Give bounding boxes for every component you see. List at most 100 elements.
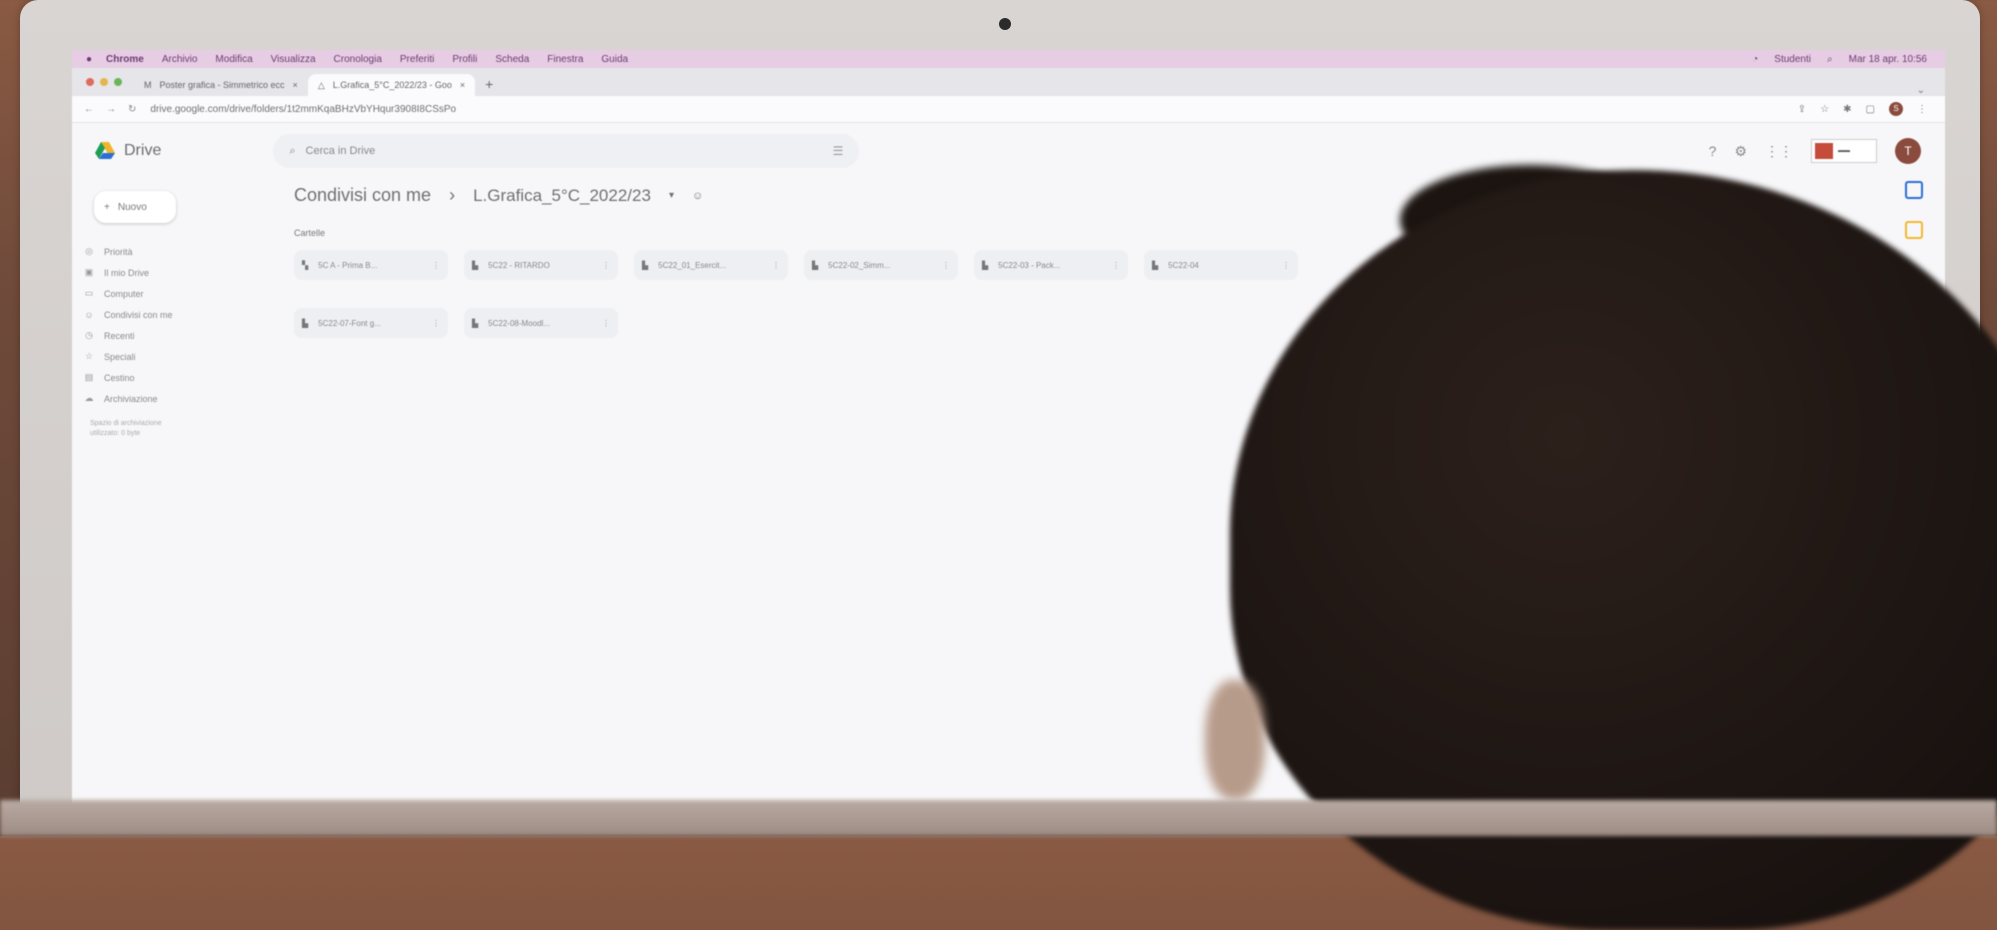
chevron-down-icon[interactable]: ⌄ xyxy=(1917,85,1925,96)
user-label[interactable]: Studenti xyxy=(1774,54,1811,65)
reload-icon[interactable]: ↻ xyxy=(128,104,136,115)
filter-options-icon[interactable]: ☰ xyxy=(833,144,844,158)
minimize-window-button[interactable] xyxy=(100,78,108,86)
folder-icon: ▙ xyxy=(1152,260,1159,270)
sidebar-item-my-drive[interactable]: ▣ Il mio Drive xyxy=(84,262,272,283)
menu-item[interactable]: Cronologia xyxy=(334,54,382,65)
webcam xyxy=(999,18,1011,30)
apple-icon[interactable]: ● xyxy=(86,54,92,65)
more-vert-icon[interactable]: ⋮ xyxy=(432,261,440,270)
more-vert-icon[interactable]: ⋮ xyxy=(942,261,950,270)
storage-info: Spazio di archiviazione utilizzato: 0 by… xyxy=(90,419,272,439)
menu-item[interactable]: Profili xyxy=(452,54,477,65)
header-actions: ? ⚙ ⋮⋮ ▬▬ T xyxy=(1709,138,1921,164)
laptop-bottom-edge xyxy=(0,800,1997,836)
menu-item[interactable]: Guida xyxy=(601,54,628,65)
settings-icon[interactable]: ⚙ xyxy=(1734,143,1747,160)
profile-avatar[interactable]: S xyxy=(1889,102,1903,116)
back-icon[interactable]: ← xyxy=(84,104,94,115)
sidebar-item-storage[interactable]: ☁ Archiviazione xyxy=(84,388,272,409)
close-tab-icon[interactable]: × xyxy=(293,80,298,90)
star-icon: ☆ xyxy=(84,351,94,361)
folder-card[interactable]: ▙ 5C22-02_Simm... ⋮ xyxy=(804,250,958,280)
shared-folder-icon[interactable]: ☺ xyxy=(692,190,703,202)
sidebar-item-shared[interactable]: ☺ Condivisi con me xyxy=(84,304,272,325)
folder-card[interactable]: ▙ 5C22-07-Font g... ⋮ xyxy=(294,308,448,338)
folder-card[interactable]: ▙ 5C22-03 - Pack... ⋮ xyxy=(974,250,1128,280)
sidebar-item-label: Archiviazione xyxy=(104,393,158,404)
breadcrumb-current[interactable]: L.Grafica_5°C_2022/23 xyxy=(473,186,651,206)
clock-icon: ◷ xyxy=(85,330,93,340)
chevron-down-icon[interactable]: ▾ xyxy=(669,190,674,201)
address-bar: ← → ↻ drive.google.com/drive/folders/1t2… xyxy=(72,96,1945,123)
folder-icon: ▙ xyxy=(302,318,309,328)
menu-item[interactable]: Archivio xyxy=(162,54,198,65)
browser-tab-active[interactable]: △ L.Grafica_5°C_2022/23 - Goo × xyxy=(307,74,476,96)
computer-icon: ▭ xyxy=(84,288,94,298)
tab-title: L.Grafica_5°C_2022/23 - Goo xyxy=(332,80,452,90)
side-panel-rail xyxy=(1905,181,1923,239)
wifi-icon[interactable]: ◔ xyxy=(1752,54,1758,65)
sidebar-item-recent[interactable]: ◷ Recenti xyxy=(84,325,272,346)
folder-card[interactable]: ▙ 5C22_01_Esercit... ⋮ xyxy=(634,250,788,280)
url-field[interactable]: drive.google.com/drive/folders/1t2mmKqaB… xyxy=(150,104,456,115)
organization-logo[interactable]: ▬▬ xyxy=(1811,139,1877,163)
sidebar-item-computers[interactable]: ▭ Computer xyxy=(84,283,272,304)
folder-icon: ▙ xyxy=(472,260,479,270)
drive-logo[interactable]: Drive xyxy=(94,141,161,161)
folder-card[interactable]: ▚ 5C A - Prima B... ⋮ xyxy=(294,250,448,280)
folder-icon: ▙ xyxy=(982,260,989,270)
more-vert-icon[interactable]: ⋮ xyxy=(1917,104,1927,115)
sidebar-item-starred[interactable]: ☆ Speciali xyxy=(84,346,272,367)
browser-tab[interactable]: M Poster grafica - Simmetrico ecc × xyxy=(134,74,308,96)
sidebar-item-trash[interactable]: ▤ Cestino xyxy=(84,367,272,388)
account-avatar[interactable]: T xyxy=(1895,138,1921,164)
sidebar-item-label: Recenti xyxy=(104,330,135,341)
clock[interactable]: Mar 18 apr. 10:56 xyxy=(1849,54,1927,65)
more-vert-icon[interactable]: ⋮ xyxy=(1282,261,1290,270)
folder-card[interactable]: ▙ 5C22-08-Moodl... ⋮ xyxy=(464,308,618,338)
search-icon[interactable]: ⌕ xyxy=(1827,54,1833,65)
plus-icon: + xyxy=(104,201,110,213)
more-vert-icon[interactable]: ⋮ xyxy=(432,319,440,328)
menu-item[interactable]: Scheda xyxy=(495,54,529,65)
more-vert-icon[interactable]: ⋮ xyxy=(602,261,610,270)
browser-tab-bar: M Poster grafica - Simmetrico ecc × △ L.… xyxy=(72,68,1945,96)
search-input[interactable]: ⌕ Cerca in Drive ☰ xyxy=(273,134,860,168)
folder-icon: ▙ xyxy=(472,318,479,328)
new-button[interactable]: + Nuovo xyxy=(94,191,176,223)
folder-card[interactable]: ▙ 5C22 - RITARDO ⋮ xyxy=(464,250,618,280)
close-tab-icon[interactable]: × xyxy=(460,80,465,90)
new-tab-button[interactable]: + xyxy=(485,76,493,92)
help-icon[interactable]: ? xyxy=(1709,143,1717,159)
star-icon[interactable]: ☆ xyxy=(1820,104,1829,115)
storage-line: Spazio di archiviazione xyxy=(90,420,162,427)
sidebar-item-label: Speciali xyxy=(104,351,136,362)
keep-icon[interactable] xyxy=(1905,221,1923,239)
menu-item[interactable]: Finestra xyxy=(547,54,583,65)
breadcrumb-root[interactable]: Condivisi con me xyxy=(294,185,431,206)
drive-logo-icon xyxy=(95,142,115,159)
menu-item[interactable]: Preferiti xyxy=(400,54,434,65)
forward-icon[interactable]: → xyxy=(106,104,116,115)
calendar-icon[interactable] xyxy=(1905,181,1923,199)
more-vert-icon[interactable]: ⋮ xyxy=(602,319,610,328)
menu-item[interactable]: Modifica xyxy=(215,54,252,65)
share-icon[interactable]: ⇪ xyxy=(1798,104,1806,115)
folder-card[interactable]: ▙ 5C22-04 ⋮ xyxy=(1144,250,1298,280)
menu-app-name[interactable]: Chrome xyxy=(106,54,144,65)
extensions-icon[interactable]: ✱ xyxy=(1843,104,1851,115)
sidepanel-icon[interactable]: ▢ xyxy=(1866,104,1875,115)
priority-icon: ◎ xyxy=(85,246,93,256)
more-vert-icon[interactable]: ⋮ xyxy=(1112,261,1120,270)
zoom-window-button[interactable] xyxy=(114,78,122,86)
browser-toolbar-icons: ⇪ ☆ ✱ ▢ S ⋮ xyxy=(1798,102,1927,116)
sidebar-item-priority[interactable]: ◎ Priorità xyxy=(84,241,272,262)
close-window-button[interactable] xyxy=(86,78,94,86)
person-ear xyxy=(1205,680,1265,800)
new-button-label: Nuovo xyxy=(117,201,147,213)
more-vert-icon[interactable]: ⋮ xyxy=(772,261,780,270)
folder-icon: ▙ xyxy=(642,260,649,270)
apps-grid-icon[interactable]: ⋮⋮ xyxy=(1765,143,1793,160)
menu-item[interactable]: Visualizza xyxy=(271,54,316,65)
